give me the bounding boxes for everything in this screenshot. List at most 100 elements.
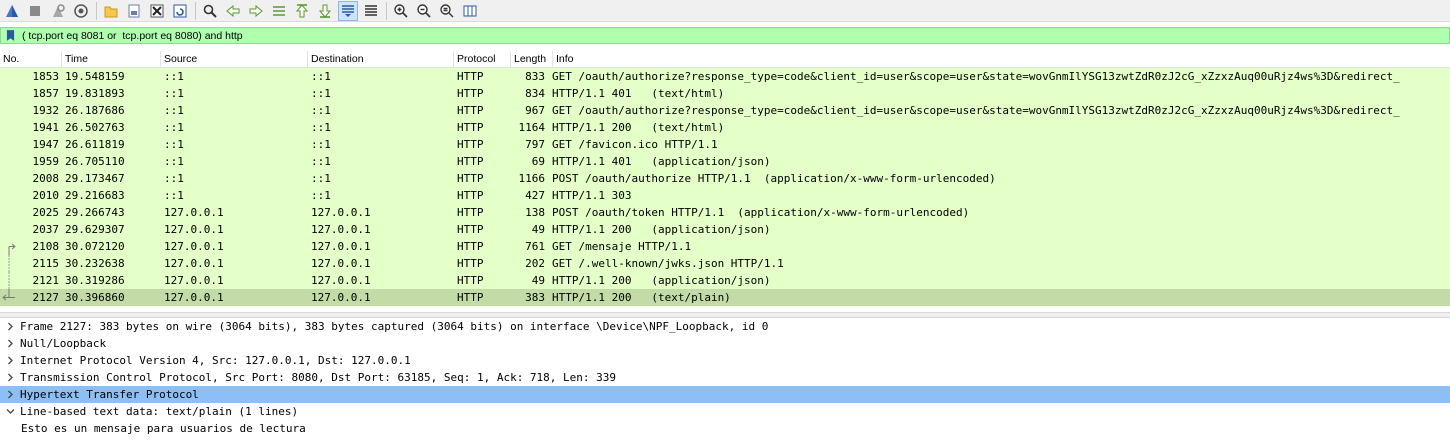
chevron-right-icon[interactable] [0, 369, 20, 386]
packet-info: HTTP/1.1 200 (application/json) [552, 274, 771, 287]
packet-row[interactable]: 1857 19.831893::1::1 HTTP 834 HTTP/1.1 401 (… [0, 85, 1450, 102]
go-first-icon[interactable] [292, 1, 312, 21]
column-header-time[interactable]: Time [62, 51, 161, 67]
packet-protocol: HTTP [457, 257, 484, 270]
capture-options-icon[interactable] [71, 1, 91, 21]
packet-info: HTTP/1.1 401 (application/json) [552, 155, 771, 168]
packet-source: ::1 [164, 87, 184, 100]
chevron-right-icon[interactable] [0, 352, 20, 369]
packet-destination: 127.0.0.1 [311, 274, 371, 287]
related-packet-icon [2, 289, 15, 301]
packet-info: POST /oauth/authorize HTTP/1.1 (applicat… [552, 172, 996, 185]
detail-tree-item[interactable]: Hypertext Transfer Protocol [0, 386, 1450, 403]
packet-protocol: HTTP [457, 87, 484, 100]
packet-source: ::1 [164, 70, 184, 83]
go-forward-icon[interactable] [246, 1, 266, 21]
packet-destination: 127.0.0.1 [311, 223, 371, 236]
packet-destination: 127.0.0.1 [311, 206, 371, 219]
packet-length: 761 [525, 240, 545, 253]
packet-row[interactable]: 1947 26.611819::1::1 HTTP 797 GET /favicon.i… [0, 136, 1450, 153]
packet-destination: ::1 [311, 172, 331, 185]
packet-time: 19.548159 [65, 70, 125, 83]
packet-destination: 127.0.0.1 [311, 257, 371, 270]
chevron-right-icon[interactable] [0, 318, 20, 335]
packet-info: GET /oauth/authorize?response_type=code&… [552, 70, 1400, 83]
packet-row[interactable]: 1853 19.548159::1::1 HTTP 833 GET /oauth/aut… [0, 68, 1450, 85]
toolbar-separator [195, 1, 196, 20]
auto-scroll-icon[interactable] [338, 0, 358, 21]
detail-text-line[interactable]: Esto es un mensaje para usuarios de lect… [0, 420, 1450, 437]
packet-row[interactable]: 2127 30.396860 127.0.0.1 127.0.0.1 HTTP 383 HT… [0, 289, 1450, 306]
zoom-normal-icon[interactable] [437, 1, 457, 21]
packet-row[interactable]: 2025 29.266743 127.0.0.1 127.0.0.1 HTTP 138 PO… [0, 204, 1450, 221]
packet-row[interactable]: 2108 30.072120 127.0.0.1 127.0.0.1 HTTP 761 GE… [0, 238, 1450, 255]
detail-tree-item[interactable]: Transmission Control Protocol, Src Port:… [0, 369, 1450, 386]
packet-length: 202 [525, 257, 545, 270]
packet-row[interactable]: 2008 29.173467::1::1 HTTP 1166 POST /oauth/a… [0, 170, 1450, 187]
save-file-icon[interactable] [124, 1, 144, 21]
packet-protocol: HTTP [457, 104, 484, 117]
detail-text: Frame 2127: 383 bytes on wire (3064 bits… [20, 320, 769, 333]
detail-tree-item[interactable]: Frame 2127: 383 bytes on wire (3064 bits… [0, 318, 1450, 335]
close-file-icon[interactable] [147, 1, 167, 21]
packet-row[interactable]: 2121 30.319286 127.0.0.1 127.0.0.1 HTTP 49 HTT… [0, 272, 1450, 289]
go-back-icon[interactable] [223, 1, 243, 21]
packet-length: 49 [531, 223, 545, 236]
packet-length: 427 [525, 189, 545, 202]
chevron-down-icon[interactable] [0, 403, 20, 420]
column-header-info[interactable]: Info [553, 51, 1450, 67]
stop-square-icon[interactable] [25, 1, 45, 21]
detail-text: Transmission Control Protocol, Src Port:… [20, 371, 617, 384]
packet-row[interactable]: 1941 26.502763::1::1 HTTP 1164 HTTP/1.1 200 … [0, 119, 1450, 136]
go-last-icon[interactable] [315, 1, 335, 21]
column-header-protocol[interactable]: Protocol [454, 51, 511, 67]
column-header-no[interactable]: No. [0, 51, 62, 67]
packet-length: 1166 [518, 172, 546, 185]
colorize-icon[interactable] [361, 1, 381, 21]
packet-time: 30.396860 [65, 291, 125, 304]
packet-row[interactable]: 2037 29.629307 127.0.0.1 127.0.0.1 HTTP 49 HTT… [0, 221, 1450, 238]
chevron-right-icon[interactable] [0, 335, 20, 352]
packet-info: HTTP/1.1 200 (application/json) [552, 223, 771, 236]
detail-tree-item[interactable]: Line-based text data: text/plain (1 line… [0, 403, 1450, 420]
zoom-in-icon[interactable] [391, 1, 411, 21]
column-header-source[interactable]: Source [161, 51, 308, 67]
packet-length: 833 [525, 70, 545, 83]
packet-source: ::1 [164, 189, 184, 202]
packet-destination: 127.0.0.1 [311, 240, 371, 253]
packet-row[interactable]: 1932 26.187686::1::1 HTTP 967 GET /oauth/aut… [0, 102, 1450, 119]
packet-info: GET /oauth/authorize?response_type=code&… [552, 104, 1400, 117]
open-folder-icon[interactable] [101, 1, 121, 21]
packet-destination: ::1 [311, 138, 331, 151]
packet-list: No. Time Source Destination Protocol Len… [0, 51, 1450, 308]
packet-list-header: No. Time Source Destination Protocol Len… [0, 51, 1450, 68]
bookmark-icon[interactable] [3, 28, 17, 43]
column-header-destination[interactable]: Destination [308, 51, 454, 67]
column-header-length[interactable]: Length [511, 51, 553, 67]
packet-no: 1932 [32, 104, 60, 117]
packet-protocol: HTTP [457, 172, 484, 185]
packet-row[interactable]: 1959 26.705110::1::1 HTTP 69 HTTP/1.1 401 (a… [0, 153, 1450, 170]
packet-protocol: HTTP [457, 70, 484, 83]
toolbar-separator [386, 1, 387, 20]
related-packet-icon [8, 243, 16, 255]
find-packet-icon[interactable] [200, 1, 220, 21]
packet-row[interactable]: 2115 30.232638 127.0.0.1 127.0.0.1 HTTP 202 GE… [0, 255, 1450, 272]
shark-fin-start-icon[interactable] [2, 1, 22, 21]
packet-no: 2037 [32, 223, 60, 236]
restart-capture-icon[interactable] [48, 1, 68, 21]
detail-text: Hypertext Transfer Protocol [20, 388, 199, 401]
detail-tree-item[interactable]: Internet Protocol Version 4, Src: 127.0.… [0, 352, 1450, 369]
packet-info: GET /favicon.ico HTTP/1.1 [552, 138, 718, 151]
display-filter-input[interactable]: ( tcp.port eq 8081 or tcp.port eq 8080) … [17, 30, 243, 42]
go-to-packet-icon[interactable] [269, 1, 289, 21]
zoom-out-icon[interactable] [414, 1, 434, 21]
packet-row[interactable]: 2010 29.216683::1::1 HTTP 427 HTTP/1.1 303 [0, 187, 1450, 204]
reload-file-icon[interactable] [170, 1, 190, 21]
chevron-right-icon[interactable] [0, 386, 20, 403]
packet-time: 26.611819 [65, 138, 125, 151]
packet-no: 2010 [32, 189, 60, 202]
resize-columns-icon[interactable] [460, 1, 480, 21]
packet-source: 127.0.0.1 [164, 291, 224, 304]
detail-tree-item[interactable]: Null/Loopback [0, 335, 1450, 352]
